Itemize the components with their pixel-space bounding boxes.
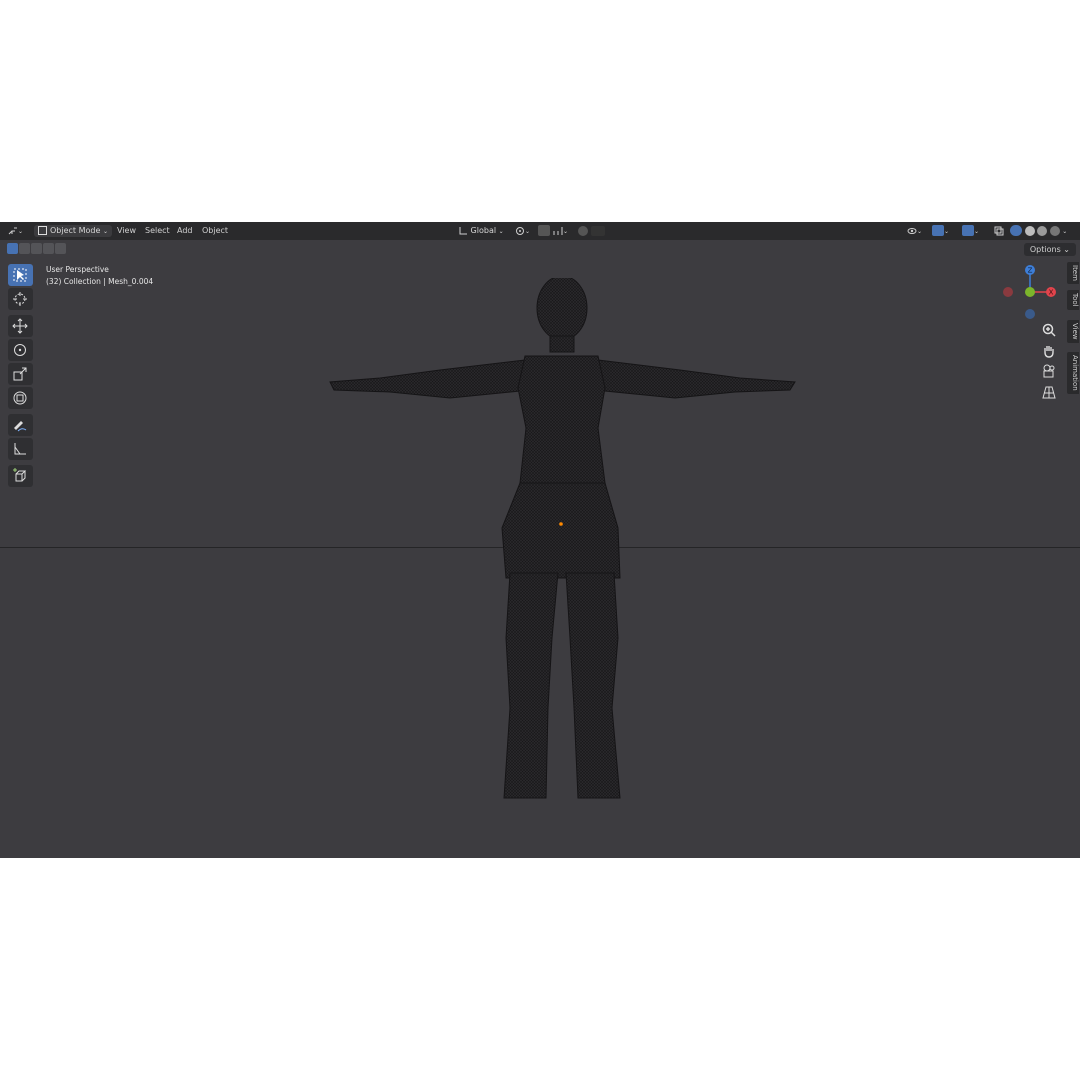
add-cube-tool[interactable] (8, 465, 33, 487)
pivot-point-selector[interactable]: ⌄ (515, 225, 530, 237)
transform-orientation-selector[interactable]: Global ⌄ (458, 225, 504, 237)
rotate-icon (14, 344, 26, 356)
snap-target-selector[interactable]: ⌄ (553, 225, 568, 237)
transform-icon (13, 391, 27, 405)
material-shading-icon[interactable] (1037, 225, 1048, 236)
ruler-icon (14, 443, 26, 455)
options-button[interactable]: Options ⌄ (1023, 243, 1076, 256)
view-name: User Perspective (46, 265, 109, 274)
cursor-tool[interactable] (8, 288, 33, 310)
chevron-down-icon: ⌄ (102, 228, 108, 235)
eye-icon (907, 227, 917, 234)
overlays-toggle[interactable]: ⌄ (962, 225, 979, 237)
neg-z-axis-icon[interactable] (1025, 309, 1035, 319)
select-extend-icon[interactable] (19, 243, 30, 254)
pivot-icon (516, 226, 524, 235)
perspective-grid-icon[interactable] (1041, 384, 1057, 400)
tab-item-label: Item (1071, 265, 1079, 281)
navigation-gizmo[interactable]: Z X (1000, 264, 1062, 320)
x-axis-label: X (1049, 289, 1054, 297)
menu-select[interactable]: Select (145, 225, 170, 237)
options-label: Options (1029, 245, 1061, 254)
menu-object[interactable]: Object (202, 225, 228, 237)
rotate-tool[interactable] (8, 339, 33, 361)
rendered-shading-icon[interactable] (1049, 225, 1060, 236)
collection-info: (32) Collection | Mesh_0.004 (46, 277, 154, 286)
select-new-icon[interactable] (7, 243, 18, 254)
snap-toggle[interactable] (538, 225, 550, 237)
falloff-icon (590, 225, 605, 236)
viewport-header: ⌄ Object Mode ⌄ View Select Add Object G… (0, 222, 1080, 240)
tab-view[interactable]: View (1067, 320, 1079, 343)
menu-add[interactable]: Add (177, 225, 193, 237)
orientation-icon (459, 226, 467, 234)
gizmo-icon (932, 225, 944, 236)
orientation-label: Global (470, 226, 497, 235)
cursor-arrow-icon (13, 268, 27, 282)
transform-tool[interactable] (8, 387, 33, 409)
neg-x-axis-icon[interactable] (1003, 287, 1013, 297)
tab-animation[interactable]: Animation (1067, 352, 1079, 394)
visibility-selector[interactable]: ⌄ (907, 225, 922, 237)
editor-type-icon (8, 227, 17, 234)
tab-item[interactable]: Item (1067, 262, 1079, 284)
select-intersect-icon[interactable] (55, 243, 66, 254)
select-box-tool[interactable] (8, 264, 33, 286)
annotate-tool[interactable] (8, 414, 33, 436)
proportional-icon (578, 225, 588, 236)
selection-mode-buttons (7, 243, 66, 255)
blender-window: ⌄ Object Mode ⌄ View Select Add Object G… (0, 222, 1080, 858)
pencil-icon (14, 421, 27, 432)
wireframe-shading-icon[interactable] (1010, 225, 1022, 236)
tab-tool[interactable]: Tool (1067, 290, 1079, 310)
select-invert-icon[interactable] (43, 243, 54, 254)
z-axis-label: Z (1028, 267, 1033, 275)
editor-type-selector[interactable]: ⌄ (8, 225, 23, 237)
move-arrows-icon (12, 318, 28, 334)
y-axis-icon[interactable] (1025, 287, 1035, 297)
mode-selector[interactable]: Object Mode ⌄ (34, 225, 112, 237)
object-mode-icon (38, 226, 47, 235)
camera-view-icon[interactable] (1041, 363, 1057, 379)
shading-modes: ⌄ (1010, 225, 1067, 237)
origin-point (559, 522, 563, 526)
menu-view[interactable]: View (117, 225, 136, 237)
mode-label: Object Mode (50, 226, 101, 235)
chevron-down-icon[interactable]: ⌄ (1062, 228, 1067, 235)
gizmo-toggle[interactable]: ⌄ (932, 225, 949, 237)
scale-tool[interactable] (8, 363, 33, 385)
select-subtract-icon[interactable] (31, 243, 42, 254)
scale-icon (13, 367, 27, 381)
add-cube-icon (13, 468, 27, 482)
zoom-icon[interactable] (1041, 322, 1057, 338)
tab-animation-label: Animation (1071, 355, 1079, 391)
overlays-icon (962, 225, 974, 236)
measure-tool[interactable] (8, 438, 33, 460)
tab-view-label: View (1071, 323, 1079, 340)
hand-pan-icon[interactable] (1041, 343, 1057, 359)
xray-icon (994, 226, 1004, 235)
magnet-icon (538, 225, 550, 236)
xray-toggle[interactable] (994, 225, 1004, 237)
solid-shading-icon[interactable] (1024, 225, 1035, 236)
tab-tool-label: Tool (1071, 293, 1079, 307)
snap-increment-icon (553, 226, 563, 235)
crosshair-icon (13, 292, 27, 306)
move-tool[interactable] (8, 315, 33, 337)
character-mesh-wireframe[interactable] (320, 278, 810, 808)
proportional-editing-toggle[interactable] (578, 225, 605, 237)
viewport-info: User Perspective (32) Collection | Mesh_… (46, 264, 153, 288)
